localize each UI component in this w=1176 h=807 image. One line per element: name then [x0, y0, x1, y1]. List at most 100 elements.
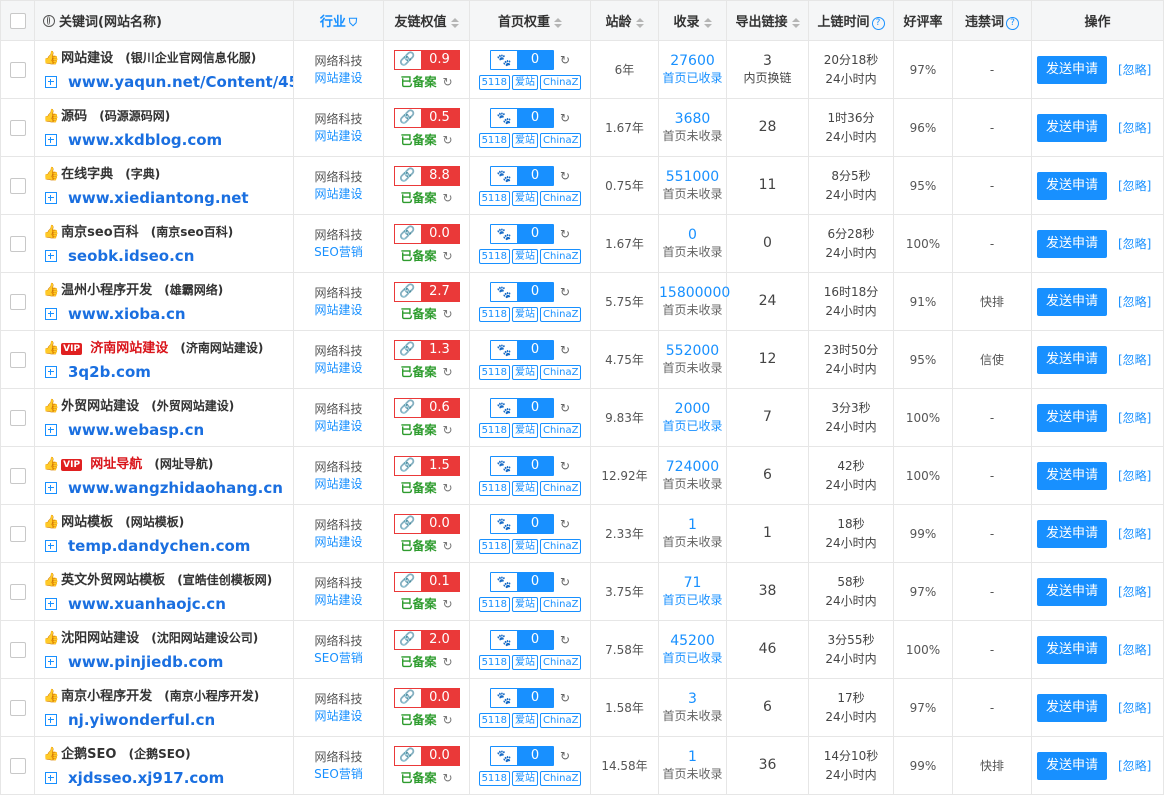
- refresh-icon[interactable]: ↻: [442, 249, 452, 263]
- tag-chinaz[interactable]: ChinaZ: [540, 596, 582, 612]
- expand-icon[interactable]: [45, 598, 57, 610]
- tag-chinaz[interactable]: ChinaZ: [540, 538, 582, 554]
- expand-icon[interactable]: [45, 714, 57, 726]
- industry-secondary[interactable]: 网站建设: [294, 708, 383, 725]
- refresh-icon[interactable]: ↻: [560, 749, 570, 763]
- tag-aizhan[interactable]: 爱站: [512, 364, 539, 380]
- industry-secondary[interactable]: 网站建设: [294, 418, 383, 435]
- row-checkbox[interactable]: [9, 467, 26, 484]
- send-request-button[interactable]: 发送申请: [1037, 693, 1107, 722]
- row-checkbox[interactable]: [9, 583, 26, 600]
- refresh-icon[interactable]: ↻: [442, 539, 452, 553]
- col-indexed[interactable]: 收录: [658, 0, 727, 41]
- tag-aizhan[interactable]: 爱站: [512, 770, 539, 786]
- refresh-icon[interactable]: ↻: [442, 713, 452, 727]
- refresh-icon[interactable]: ↻: [442, 597, 452, 611]
- indexed-count-link[interactable]: 1: [659, 516, 726, 534]
- tag-5118[interactable]: 5118: [478, 538, 511, 554]
- thumbs-up-icon[interactable]: 👍: [43, 745, 59, 765]
- industry-secondary[interactable]: SEO营销: [294, 650, 383, 667]
- refresh-icon[interactable]: ↻: [560, 459, 570, 473]
- tag-5118[interactable]: 5118: [478, 654, 511, 670]
- send-request-button[interactable]: 发送申请: [1037, 519, 1107, 548]
- row-checkbox[interactable]: [9, 177, 26, 194]
- tag-aizhan[interactable]: 爱站: [512, 654, 539, 670]
- ignore-link[interactable]: [忽略]: [1118, 699, 1151, 716]
- tag-chinaz[interactable]: ChinaZ: [540, 364, 582, 380]
- row-checkbox[interactable]: [9, 61, 26, 78]
- indexed-count-link[interactable]: 3: [659, 690, 726, 708]
- col-industry[interactable]: 行业 ⛉: [293, 0, 384, 41]
- help-icon[interactable]: ?: [871, 17, 885, 30]
- send-request-button[interactable]: 发送申请: [1037, 577, 1107, 606]
- site-url-link[interactable]: www.xiediantong.net: [68, 189, 249, 207]
- thumbs-up-icon[interactable]: 👍: [43, 107, 59, 127]
- indexed-count-link[interactable]: 551000: [659, 168, 726, 186]
- row-checkbox[interactable]: [9, 235, 26, 252]
- site-url-link[interactable]: nj.yiwonderful.cn: [68, 711, 215, 729]
- ignore-link[interactable]: [忽略]: [1118, 583, 1151, 600]
- tag-chinaz[interactable]: ChinaZ: [540, 770, 582, 786]
- tag-5118[interactable]: 5118: [478, 74, 511, 90]
- indexed-count-link[interactable]: 3680: [659, 110, 726, 128]
- tag-aizhan[interactable]: 爱站: [512, 480, 539, 496]
- refresh-icon[interactable]: ↻: [560, 111, 570, 125]
- sort-icon[interactable]: [791, 17, 800, 28]
- refresh-icon[interactable]: ↻: [560, 401, 570, 415]
- thumbs-up-icon[interactable]: 👍: [43, 513, 59, 533]
- refresh-icon[interactable]: ↻: [560, 53, 570, 67]
- thumbs-up-icon[interactable]: 👍: [43, 223, 59, 243]
- row-checkbox[interactable]: [9, 757, 26, 774]
- refresh-icon[interactable]: ↻: [560, 691, 570, 705]
- ignore-link[interactable]: [忽略]: [1118, 351, 1151, 368]
- send-request-button[interactable]: 发送申请: [1037, 113, 1107, 142]
- row-checkbox[interactable]: [9, 525, 26, 542]
- send-request-button[interactable]: 发送申请: [1037, 461, 1107, 490]
- ignore-link[interactable]: [忽略]: [1118, 235, 1151, 252]
- industry-secondary[interactable]: 网站建设: [294, 534, 383, 551]
- industry-secondary[interactable]: 网站建设: [294, 476, 383, 493]
- refresh-icon[interactable]: ↻: [442, 481, 452, 495]
- ignore-link[interactable]: [忽略]: [1118, 119, 1151, 136]
- expand-icon[interactable]: [45, 540, 57, 552]
- tag-5118[interactable]: 5118: [478, 596, 511, 612]
- indexed-count-link[interactable]: 27600: [659, 52, 726, 70]
- ignore-link[interactable]: [忽略]: [1118, 293, 1151, 310]
- sort-icon[interactable]: [554, 17, 562, 28]
- refresh-icon[interactable]: ↻: [560, 517, 570, 531]
- indexed-count-link[interactable]: 2000: [659, 400, 726, 418]
- select-all-checkbox[interactable]: [9, 12, 26, 29]
- refresh-icon[interactable]: ↻: [442, 423, 452, 437]
- row-checkbox[interactable]: [9, 119, 26, 136]
- tag-5118[interactable]: 5118: [478, 132, 511, 148]
- expand-icon[interactable]: [45, 424, 57, 436]
- expand-icon[interactable]: [45, 656, 57, 668]
- tag-chinaz[interactable]: ChinaZ: [540, 480, 582, 496]
- expand-icon[interactable]: [45, 772, 57, 784]
- expand-icon[interactable]: [45, 250, 57, 262]
- site-url-link[interactable]: xjdsseo.xj917.com: [68, 769, 224, 787]
- send-request-button[interactable]: 发送申请: [1037, 403, 1107, 432]
- site-url-link[interactable]: www.wangzhidaohang.cn: [68, 479, 283, 497]
- indexed-count-link[interactable]: 71: [659, 574, 726, 592]
- site-url-link[interactable]: www.webasp.cn: [68, 421, 204, 439]
- tag-chinaz[interactable]: ChinaZ: [540, 248, 582, 264]
- thumbs-up-icon[interactable]: 👍: [43, 49, 59, 69]
- indexed-count-link[interactable]: 1: [659, 748, 726, 766]
- industry-secondary[interactable]: 网站建设: [294, 186, 383, 203]
- thumbs-up-icon[interactable]: 👍: [43, 629, 59, 649]
- ignore-link[interactable]: [忽略]: [1118, 467, 1151, 484]
- refresh-icon[interactable]: ↻: [442, 307, 452, 321]
- refresh-icon[interactable]: ↻: [442, 771, 452, 785]
- tag-5118[interactable]: 5118: [478, 364, 511, 380]
- site-url-link[interactable]: www.pinjiedb.com: [68, 653, 223, 671]
- indexed-count-link[interactable]: 45200: [659, 632, 726, 650]
- refresh-icon[interactable]: ↻: [442, 133, 452, 147]
- tag-aizhan[interactable]: 爱站: [512, 596, 539, 612]
- expand-icon[interactable]: [45, 366, 57, 378]
- col-online-time[interactable]: 上链时间?: [808, 0, 894, 41]
- tag-chinaz[interactable]: ChinaZ: [540, 654, 582, 670]
- site-url-link[interactable]: www.xkdblog.com: [68, 131, 222, 149]
- thumbs-up-icon[interactable]: 👍: [43, 687, 59, 707]
- row-checkbox[interactable]: [9, 293, 26, 310]
